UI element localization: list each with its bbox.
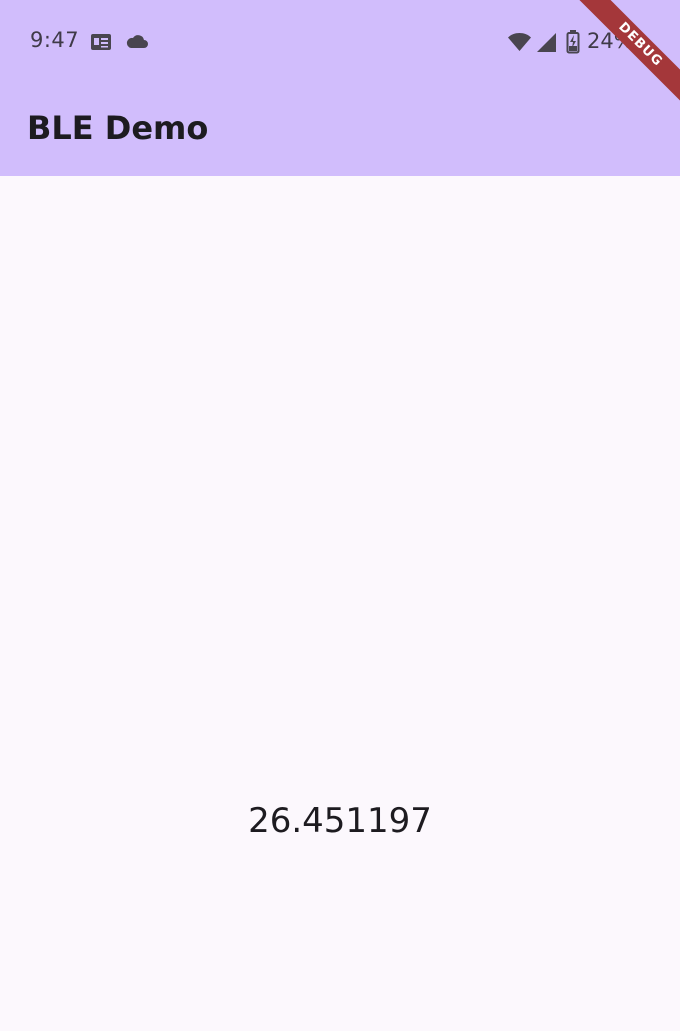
main-content: 26.451197 <box>0 176 680 1031</box>
status-time: 9:47 <box>30 28 80 52</box>
app-top-bar: 9:47 24% BLE Demo <box>0 0 680 176</box>
battery-percentage: 24% <box>587 29 634 53</box>
battery-charging-icon <box>566 30 580 54</box>
signal-icon <box>537 33 556 52</box>
news-icon <box>91 34 111 50</box>
wifi-icon <box>508 33 531 51</box>
cloud-icon <box>126 35 148 48</box>
app-title: BLE Demo <box>27 109 209 147</box>
app-screen: 9:47 24% BLE Demo DEBUG 26.451197 <box>0 0 680 1031</box>
status-bar: 9:47 24% <box>0 0 680 84</box>
ble-reading-value: 26.451197 <box>248 801 432 841</box>
